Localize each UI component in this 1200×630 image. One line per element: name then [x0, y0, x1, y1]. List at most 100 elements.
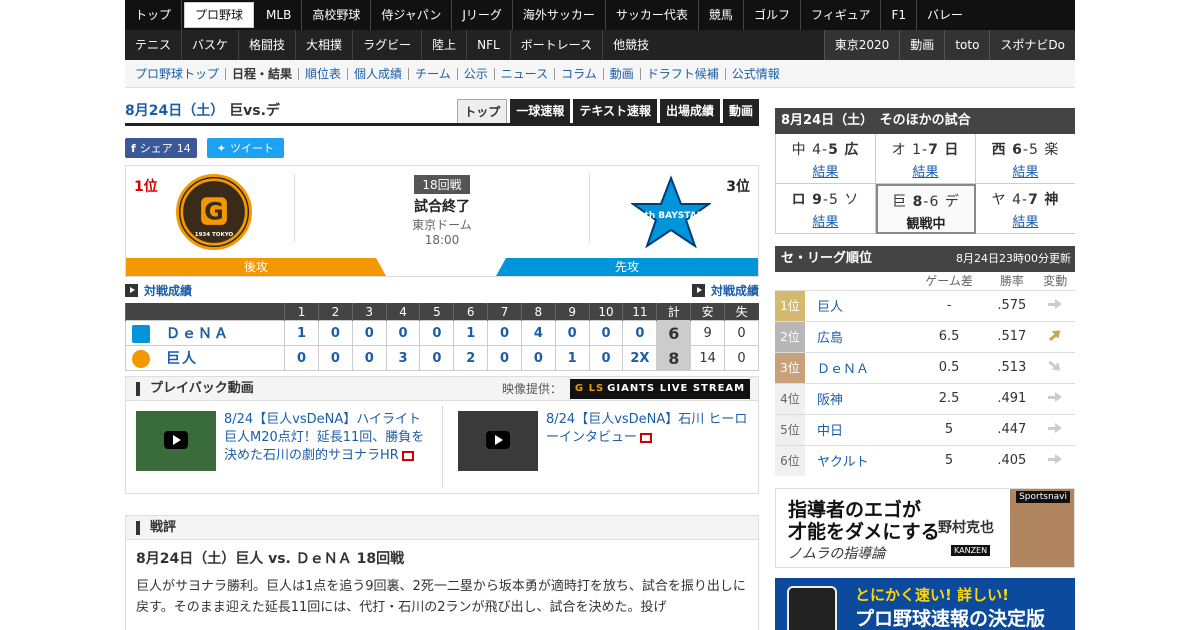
subnav-item-4[interactable]: チーム	[409, 67, 458, 80]
nav-item-11[interactable]: F1	[881, 0, 918, 30]
standings-team[interactable]: 阪神	[805, 382, 910, 414]
inning-score: 2X	[622, 345, 658, 371]
video-thumbnail[interactable]	[136, 411, 216, 471]
subnav-item-6[interactable]: ニュース	[495, 67, 556, 80]
nav-item-6[interactable]: 海外サッカー	[513, 0, 606, 30]
standings-title: セ・リーグ順位	[781, 251, 873, 266]
book-ad-banner[interactable]: 指導者のエゴが 才能をダメにする ノムラの指導論 野村克也 KANZEN Spor…	[775, 488, 1075, 568]
video-thumbnail[interactable]	[458, 411, 538, 471]
ad1-headline: 指導者のエゴが 才能をダメにする	[788, 499, 940, 543]
subnav-item-10[interactable]: 公式情報	[726, 68, 786, 80]
subnav-item-3[interactable]: 個人成績	[348, 67, 410, 80]
facebook-share-button[interactable]: f シェア 14	[125, 138, 197, 158]
nav-item-5[interactable]: Jリーグ	[452, 0, 513, 30]
away-side-label: 先攻	[496, 258, 758, 276]
nav-item-row2-4[interactable]: ラグビー	[353, 30, 423, 60]
home-h2h-link[interactable]: 対戦成績	[125, 282, 192, 299]
total-runs: 6	[656, 320, 692, 346]
standings-team[interactable]: ＤｅＮＡ	[805, 351, 910, 383]
nav-item-8[interactable]: 競馬	[699, 0, 744, 30]
subnav-item-8[interactable]: 動画	[604, 67, 641, 80]
nav-item-2[interactable]: MLB	[256, 0, 303, 30]
nav-item-row2-6[interactable]: NFL	[467, 30, 511, 60]
tab-3[interactable]: 出場成績	[659, 99, 720, 123]
other-game[interactable]: ヤ 4-7 神結果	[976, 184, 1075, 234]
review-heading: 戦評	[136, 520, 176, 535]
tab-0[interactable]: トップ	[457, 99, 508, 123]
other-game-result[interactable]: 結果	[776, 161, 875, 180]
nav-item-10[interactable]: フィギュア	[801, 0, 882, 30]
standings-team[interactable]: 巨人	[805, 289, 910, 321]
tweet-button[interactable]: ✦ ツイート	[206, 138, 285, 158]
inning-header: 2	[317, 303, 353, 321]
nav-item-row2-1[interactable]: バスケ	[182, 30, 240, 60]
video-item[interactable]: 8/24【巨人vsDeNA】ハイライト 巨人M20点灯！延長11回、勝負を決めた…	[136, 411, 436, 471]
nav-item-row2-0[interactable]: テニス	[125, 30, 183, 60]
standings-team[interactable]: 広島	[805, 320, 910, 352]
nav-item-row2-5[interactable]: 陸上	[422, 30, 468, 60]
video-provider: 映像提供： G LS GIANTS LIVE STREAM	[501, 378, 758, 399]
nav-extra-item-3[interactable]: スポナビDo	[989, 30, 1075, 60]
other-game[interactable]: ロ 9-5 ソ結果	[776, 184, 876, 234]
video-title[interactable]: 8/24【巨人vsDeNA】ハイライト 巨人M20点灯！延長11回、勝負を決めた…	[224, 411, 436, 471]
nav-item-1[interactable]: プロ野球	[184, 2, 255, 28]
tab-2[interactable]: テキスト速報	[573, 99, 657, 123]
provider-label: 映像提供：	[501, 382, 562, 396]
team-name-cell[interactable]: ＤｅＮＡ	[125, 320, 286, 346]
team-name-cell[interactable]: 巨人	[125, 345, 286, 371]
away-h2h-label: 対戦成績	[710, 283, 759, 298]
other-game[interactable]: 中 4-5 広結果	[776, 134, 876, 184]
nav-item-row2-8[interactable]: 他競技	[603, 30, 659, 60]
playback-videos: プレイバック動画 映像提供： G LS GIANTS LIVE STREAM 8/…	[125, 376, 759, 494]
nav-item-9[interactable]: ゴルフ	[744, 0, 801, 30]
other-game-score: ロ 9-5 ソ	[791, 192, 860, 208]
standings-trend	[1035, 413, 1075, 445]
nav-item-7[interactable]: サッカー代表	[606, 0, 699, 30]
tab-4[interactable]: 動画	[722, 99, 759, 123]
baystars-logo[interactable]: 70th BAYSTARS	[631, 174, 711, 250]
inning-score: 3	[385, 345, 421, 371]
score-s2: 7	[1028, 192, 1039, 208]
nav-item-row2-7[interactable]: ボートレース	[511, 30, 604, 60]
nav-item-0[interactable]: トップ	[125, 0, 183, 30]
score-t2: 楽	[1044, 142, 1060, 158]
nav-item-3[interactable]: 高校野球	[302, 0, 372, 30]
other-game[interactable]: 西 6-5 楽結果	[976, 134, 1075, 184]
giants-live-stream-logo[interactable]: G LS GIANTS LIVE STREAM	[570, 378, 750, 399]
video-title[interactable]: 8/24【巨人vsDeNA】石川 ヒーローインタビュー	[546, 411, 758, 471]
score-s1: 1	[912, 142, 923, 158]
other-game-result[interactable]: 結果	[776, 211, 875, 230]
nav-item-row2-2[interactable]: 格闘技	[239, 30, 297, 60]
nav-extra-item-2[interactable]: toto	[944, 30, 989, 60]
facebook-icon: f	[131, 141, 136, 155]
nav-item-4[interactable]: 侍ジャパン	[371, 0, 453, 30]
standings-body: 1位 巨人 - .575 2位 広島 6.5.517 3位 ＤｅＮＡ 0.5.513 4位 阪神 2.5…	[775, 289, 1075, 476]
game-header: 8月24日（土） 巨vs.デ トップ 一球速報 テキスト速報 出場成績 動画	[125, 96, 759, 126]
giants-logo[interactable]: G 1934 TOKYO	[176, 174, 252, 250]
other-game[interactable]: 巨 8-6 デ観戦中	[876, 184, 976, 234]
linescore-row: ＤｅＮＡ 1 0 0 0 0 1 0 4 0 0 0 6 9 0	[125, 320, 759, 346]
subnav-item-7[interactable]: コラム	[555, 67, 604, 80]
subnav-item-1[interactable]: 日程・結果	[226, 67, 300, 80]
other-game-result[interactable]: 観戦中	[878, 213, 974, 232]
other-game-result[interactable]: 結果	[876, 161, 975, 180]
subnav-item-2[interactable]: 順位表	[299, 67, 349, 80]
nav-item-row2-3[interactable]: 大相撲	[296, 30, 354, 60]
nav-extra-item-1[interactable]: 動画	[899, 30, 944, 60]
other-game-result[interactable]: 結果	[976, 161, 1075, 180]
app-ad-banner[interactable]: とにかく速い! 詳しい! プロ野球速報の決定版	[775, 578, 1075, 630]
nav-extra-item-0[interactable]: 東京2020	[823, 30, 900, 60]
nav-item-12[interactable]: バレー	[917, 0, 973, 30]
trend-flat-icon	[1048, 454, 1063, 465]
subnav-item-0[interactable]: プロ野球トップ	[129, 67, 227, 80]
standings-team[interactable]: 中日	[805, 413, 910, 445]
other-game-result[interactable]: 結果	[976, 211, 1075, 230]
away-h2h-link[interactable]: 対戦成績	[691, 282, 759, 299]
other-game-score: オ 1-7 日	[891, 142, 960, 158]
standings-team[interactable]: ヤクルト	[805, 444, 910, 476]
tab-1[interactable]: 一球速報	[510, 99, 571, 123]
other-game[interactable]: オ 1-7 日結果	[876, 134, 976, 184]
video-item[interactable]: 8/24【巨人vsDeNA】石川 ヒーローインタビュー	[458, 411, 758, 471]
subnav-item-9[interactable]: ドラフト候補	[641, 67, 726, 80]
subnav-item-5[interactable]: 公示	[458, 67, 495, 80]
